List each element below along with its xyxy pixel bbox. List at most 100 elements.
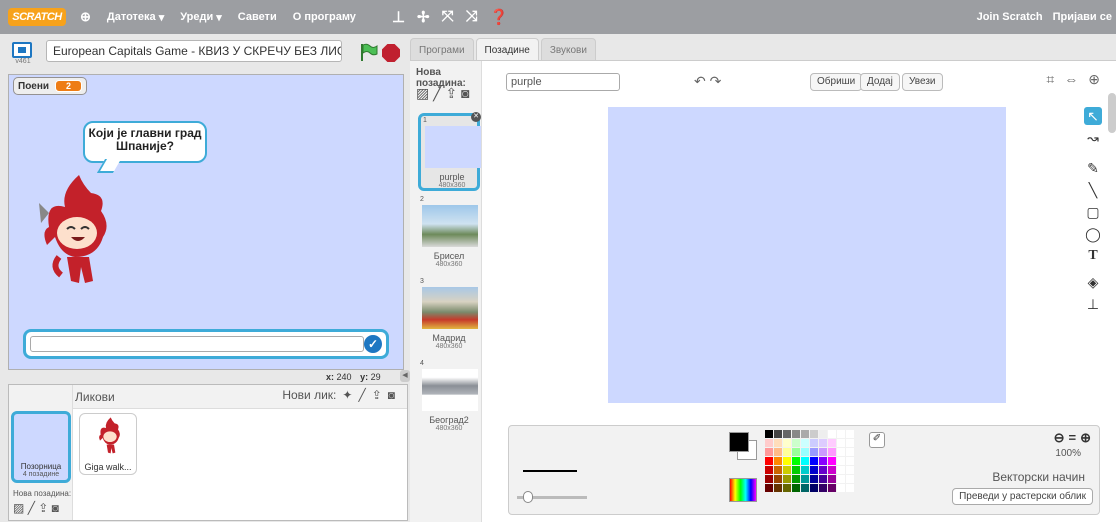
color-swatch[interactable] (828, 466, 836, 474)
color-swatch[interactable] (846, 448, 854, 456)
color-swatch[interactable] (837, 457, 845, 465)
backdrop-item[interactable]: 1 ✕ purple 480x360 (418, 112, 481, 191)
reshape-icon[interactable]: ↝ (1084, 129, 1102, 147)
color-swatch[interactable] (783, 430, 791, 438)
color-swatch[interactable] (810, 430, 818, 438)
color-swatch[interactable] (792, 439, 800, 447)
check-icon[interactable]: ✓ (364, 335, 382, 353)
join-scratch-link[interactable]: Join Scratch (977, 11, 1043, 23)
color-swatch[interactable] (765, 475, 773, 483)
color-swatch[interactable] (846, 484, 854, 492)
color-swatch[interactable] (792, 484, 800, 492)
color-swatch[interactable] (819, 484, 827, 492)
color-swatch[interactable] (765, 466, 773, 474)
stage-mode-toggle[interactable]: v461 (12, 42, 34, 68)
color-swatch[interactable] (765, 457, 773, 465)
color-swatch[interactable] (819, 457, 827, 465)
menu-tips[interactable]: Савети (238, 11, 277, 23)
redo-icon[interactable]: ↷ (710, 73, 722, 89)
color-swatch[interactable] (846, 430, 854, 438)
color-swatch[interactable] (783, 457, 791, 465)
color-swatch[interactable] (774, 466, 782, 474)
line-width-slider[interactable] (517, 491, 587, 503)
ellipse-icon[interactable]: ◯ (1084, 225, 1102, 243)
flip-horizontal-icon[interactable]: ⇔ (1064, 71, 1078, 88)
color-swatch[interactable] (846, 439, 854, 447)
image-icon[interactable]: ▨ (13, 501, 24, 515)
stage-thumbnail[interactable]: Позорница 4 позадине (11, 411, 71, 483)
crop-icon[interactable]: ⌗ (1046, 71, 1054, 88)
color-swatch[interactable] (792, 448, 800, 456)
project-title-input[interactable]: European Capitals Game - КВИЗ У СКРЕЧУ Б… (46, 40, 342, 62)
stage-canvas[interactable]: Поени 2 Који је главни град Шпаније? ✓ (8, 74, 404, 370)
cut-icon[interactable]: ✢ (417, 8, 430, 26)
undo-icon[interactable]: ↶ (694, 73, 706, 89)
help-icon[interactable]: ❓ (490, 8, 509, 26)
paint-brush-icon[interactable]: ╱ (358, 388, 365, 402)
color-swatch[interactable] (783, 448, 791, 456)
color-swatch[interactable] (828, 439, 836, 447)
scratch-logo[interactable]: SCRATCH (8, 8, 66, 26)
color-swatch[interactable] (774, 430, 782, 438)
line-icon[interactable]: ╲ (1084, 181, 1102, 199)
color-swatch[interactable] (792, 457, 800, 465)
backdrop-name-input[interactable] (506, 73, 620, 91)
menu-about[interactable]: О програму (293, 11, 356, 23)
convert-to-bitmap-button[interactable]: Преведи у растерски облик (952, 488, 1093, 505)
color-swatch[interactable] (846, 457, 854, 465)
color-swatch[interactable] (819, 430, 827, 438)
text-icon[interactable]: T (1084, 247, 1102, 265)
color-swatch[interactable] (810, 466, 818, 474)
answer-input[interactable] (30, 336, 364, 352)
import-button[interactable]: Увези (902, 73, 943, 91)
color-swatch[interactable] (792, 475, 800, 483)
menu-file[interactable]: Датотека ▾ (107, 11, 164, 24)
color-swatch[interactable] (837, 484, 845, 492)
upload-icon[interactable]: ⇪ (372, 388, 382, 402)
giga-sprite[interactable] (31, 171, 117, 291)
camera-icon[interactable]: ◙ (388, 388, 395, 402)
color-swatch[interactable] (837, 439, 845, 447)
color-swatch[interactable] (783, 475, 791, 483)
add-button[interactable]: Додај (860, 73, 900, 91)
color-swatch[interactable] (765, 430, 773, 438)
color-swatch[interactable] (810, 448, 818, 456)
color-swatch[interactable] (846, 466, 854, 474)
color-swatch[interactable] (783, 484, 791, 492)
green-flag-icon[interactable] (358, 42, 378, 62)
paint-canvas[interactable] (608, 107, 1006, 403)
color-swatch[interactable] (783, 439, 791, 447)
camera-icon[interactable]: ◙ (52, 501, 59, 515)
eyedropper-icon[interactable]: ✐ (869, 432, 885, 448)
sprite-tile[interactable]: Giga walk... (79, 413, 137, 475)
color-swatch[interactable] (837, 466, 845, 474)
color-swatch[interactable] (801, 448, 809, 456)
color-swatch[interactable] (819, 439, 827, 447)
zoom-reset-icon[interactable]: = (1069, 430, 1077, 446)
sprite-library-icon[interactable]: ✦ (342, 388, 352, 402)
sign-in-link[interactable]: Пријави се (1053, 11, 1112, 23)
color-swatch[interactable] (828, 484, 836, 492)
rectangle-icon[interactable]: ▢ (1084, 203, 1102, 221)
color-swatch[interactable] (846, 475, 854, 483)
backdrop-item[interactable]: 2 Брисел 480x360 (418, 195, 480, 273)
color-swatch[interactable] (801, 430, 809, 438)
upload-icon[interactable]: ⇪ (445, 85, 457, 101)
color-swatch[interactable] (828, 475, 836, 483)
variable-monitor[interactable]: Поени 2 (13, 77, 88, 95)
color-swatch[interactable] (783, 466, 791, 474)
color-swatch[interactable] (810, 484, 818, 492)
slider-knob[interactable] (523, 491, 533, 503)
color-swatch[interactable] (765, 484, 773, 492)
color-swatch[interactable] (801, 439, 809, 447)
color-swatch[interactable] (792, 430, 800, 438)
color-gradient-picker[interactable] (729, 478, 757, 502)
stop-icon[interactable] (382, 44, 400, 62)
zoom-out-icon[interactable]: ⊖ (1054, 430, 1065, 446)
color-swatch[interactable] (819, 448, 827, 456)
color-swatch[interactable] (810, 457, 818, 465)
color-swatch[interactable] (810, 475, 818, 483)
paint-brush-icon[interactable]: ╱ (28, 501, 35, 515)
color-palette[interactable] (765, 430, 854, 492)
backdrop-item[interactable]: 3 Мадрид 480x360 (418, 277, 480, 355)
